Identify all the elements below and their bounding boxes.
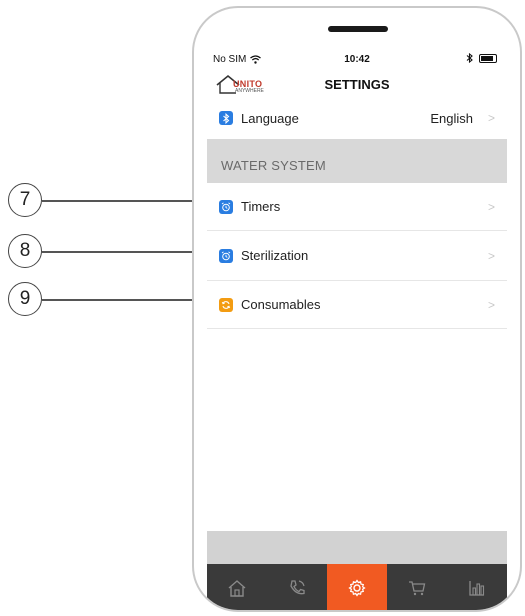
phone-frame: No SIM 10:42 UNITO ANYWHERE SETTINGS Lan… <box>192 6 522 612</box>
consumables-label: Consumables <box>241 297 321 312</box>
callout-7: 7 <box>8 183 42 217</box>
phone-speaker <box>328 26 388 32</box>
chevron-right-icon: > <box>487 111 495 125</box>
bar-chart-icon <box>469 581 485 596</box>
settings-row-language[interactable]: Language English > <box>207 97 507 139</box>
cart-icon <box>409 581 426 596</box>
home-icon <box>228 580 246 597</box>
phone-screen: No SIM 10:42 UNITO ANYWHERE SETTINGS Lan… <box>207 49 507 610</box>
alarm-clock-icon <box>219 199 233 214</box>
timers-label: Timers <box>241 199 281 214</box>
section-header-water-system: WATER SYSTEM <box>207 139 507 183</box>
callout-8-label: 8 <box>19 240 31 261</box>
settings-row-timers[interactable]: Timers > <box>207 183 507 231</box>
sterilization-label: Sterilization <box>241 248 309 263</box>
alarm-clock-icon <box>219 248 233 263</box>
tab-phone[interactable] <box>267 564 327 610</box>
tab-home[interactable] <box>207 564 267 610</box>
callout-line-7 <box>42 200 207 202</box>
bluetooth-icon <box>219 111 233 125</box>
callout-9: 9 <box>8 282 42 316</box>
chevron-right-icon: > <box>487 248 495 263</box>
language-label: Language <box>241 110 299 126</box>
phone-icon <box>290 580 305 595</box>
status-right <box>466 53 497 63</box>
stage: 7 8 9 No SIM 10:42 UNITO ANYWHERE SETTIN… <box>0 0 525 616</box>
bottom-gray-bar <box>207 531 507 564</box>
settings-row-consumables[interactable]: Consumables > <box>207 281 507 329</box>
settings-row-sterilization[interactable]: Sterilization > <box>207 231 507 281</box>
tab-stats[interactable] <box>447 564 507 610</box>
nav-bar: UNITO ANYWHERE SETTINGS <box>207 71 507 97</box>
chevron-right-icon: > <box>487 297 495 312</box>
settings-gear-icon <box>348 579 366 597</box>
callout-line-9 <box>42 299 207 301</box>
refresh-icon <box>219 297 233 312</box>
chevron-right-icon: > <box>487 199 495 214</box>
bluetooth-status-icon <box>466 53 473 63</box>
language-value: English <box>430 110 473 126</box>
callout-8: 8 <box>8 234 42 268</box>
tab-cart[interactable] <box>387 564 447 610</box>
tab-bar <box>207 564 507 610</box>
status-time: 10:42 <box>344 54 370 65</box>
page-title: SETTINGS <box>324 77 390 92</box>
callout-line-8 <box>42 251 207 253</box>
callout-7-label: 7 <box>19 189 31 210</box>
callout-9-label: 9 <box>19 288 31 309</box>
tab-settings[interactable] <box>327 564 387 610</box>
section-title: WATER SYSTEM <box>221 158 326 173</box>
status-bar: No SIM 10:42 <box>207 49 507 71</box>
battery-icon <box>479 53 497 63</box>
